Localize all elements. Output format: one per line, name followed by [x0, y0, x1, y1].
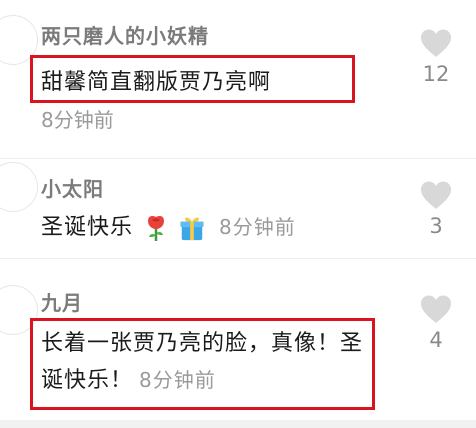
gift-emoji [180, 217, 204, 241]
bottom-divider [0, 420, 476, 428]
like-count: 3 [429, 214, 443, 238]
divider [0, 258, 476, 259]
comment-time: 8分钟前 [139, 368, 216, 392]
comment-text: 圣诞快乐 [41, 215, 134, 240]
comment-body: 长着一张贾乃亮的脸，真像！圣诞快乐！ 8分钟前 [41, 326, 366, 399]
heart-icon [421, 295, 451, 323]
comment-time: 8分钟前 [219, 215, 296, 239]
like-count: 12 [422, 62, 450, 86]
comment-username[interactable]: 两只磨人的小妖精 [41, 20, 209, 49]
rose-emoji [148, 216, 165, 241]
like-button[interactable]: 3 [416, 180, 456, 238]
heart-icon [421, 181, 451, 209]
divider [0, 158, 476, 159]
heart-icon [421, 29, 451, 57]
like-count: 4 [429, 328, 443, 352]
like-button[interactable]: 12 [416, 28, 456, 86]
comment-text: 甜馨简直翻版贾乃亮啊 [41, 70, 272, 95]
comment-username[interactable]: 九月 [41, 287, 83, 316]
comment-body: 圣诞快乐 8分钟前 [41, 212, 296, 243]
avatar[interactable] [0, 162, 38, 212]
comment-time: 8分钟前 [41, 108, 114, 132]
like-button[interactable]: 4 [416, 294, 456, 352]
comment-username[interactable]: 小太阳 [41, 173, 104, 202]
